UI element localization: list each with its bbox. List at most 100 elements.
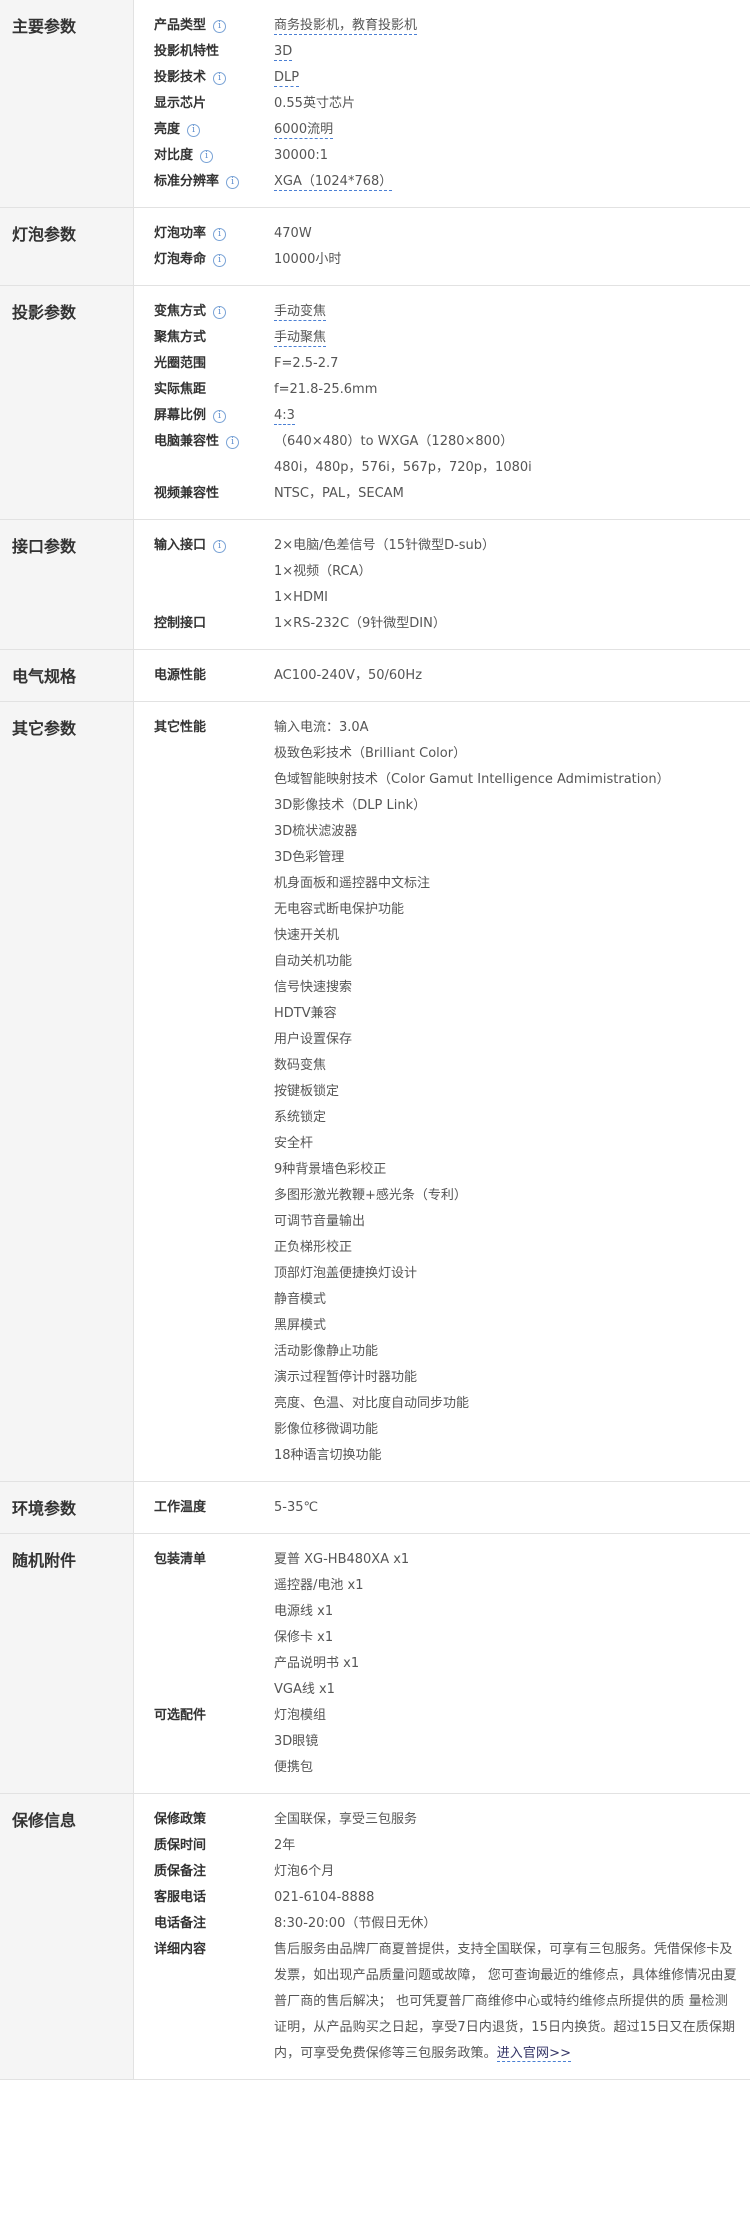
spec-value-line: 系统锁定 [274,1105,740,1131]
spec-value-line: 信号快速搜索 [274,975,740,1001]
spec-value: 5-35℃ [274,1500,319,1515]
spec-label: 光圈范围 [134,351,274,377]
spec-values: 商务投影机，教育投影机 [274,13,750,39]
spec-value-line: 夏普 XG-HB480XA x1 [274,1547,740,1573]
section-title: 主要参数 [0,0,134,207]
spec-value-line: 色域智能映射技术（Color Gamut Intelligence Admimi… [274,767,740,793]
spec-value-link[interactable]: XGA（1024*768） [274,174,393,191]
spec-value: VGA线 x1 [274,1682,335,1697]
spec-label-text: 保修政策 [154,1812,207,1827]
info-icon[interactable]: i [213,254,227,267]
spec-value-link[interactable]: 6000流明 [274,122,334,139]
info-icon[interactable]: i [213,72,227,85]
spec-value: 2年 [274,1838,296,1853]
spec-row: 详细内容 售后服务由品牌厂商夏普提供，支持全国联保，可享有三包服务。凭借保修卡及发… [134,1937,750,2067]
spec-values: 输入电流：3.0A 极致色彩技术（Brilliant Color） 色域智能映射技术… [274,715,750,1469]
spec-label: 控制接口 [134,611,274,637]
spec-value-line: 亮度、色温、对比度自动同步功能 [274,1391,740,1417]
spec-value-line: 3D梳状滤波器 [274,819,740,845]
section-title: 随机附件 [0,1534,134,1793]
spec-value: 顶部灯泡盖便捷换灯设计 [274,1266,418,1281]
info-icon[interactable]: i [213,410,227,423]
spec-value: 1×RS-232C（9针微型DIN） [274,616,446,631]
spec-label-text: 标准分辨率 [154,174,220,189]
spec-value: 用户设置保存 [274,1032,353,1047]
spec-label: 投影技术 i [134,65,274,91]
spec-label: 电话备注 [134,1911,274,1937]
spec-label: 产品类型 i [134,13,274,39]
spec-label-text: 灯泡功率 [154,226,207,241]
spec-value-link[interactable]: 4:3 [274,408,295,425]
spec-value-line: 数码变焦 [274,1053,740,1079]
spec-value-line: 可调节音量输出 [274,1209,740,1235]
info-icon[interactable]: i [226,436,240,449]
spec-value-line: 2×电脑/色差信号（15针微型D-sub） [274,533,740,559]
spec-values: 10000小时 [274,247,750,273]
section-title: 电气规格 [0,650,134,701]
spec-value-line: 手动聚焦 [274,325,740,351]
spec-row: 光圈范围 F=2.5-2.7 [134,351,750,377]
spec-label: 电源性能 [134,663,274,689]
spec-label-text: 投影机特性 [154,44,220,59]
spec-value: 信号快速搜索 [274,980,353,995]
spec-row: 灯泡寿命 i 10000小时 [134,247,750,273]
spec-value-link[interactable]: 商务投影机，教育投影机 [274,18,418,35]
spec-label: 聚焦方式 [134,325,274,351]
spec-value-line: 输入电流：3.0A [274,715,740,741]
spec-label: 电脑兼容性 i [134,429,274,455]
spec-value-line: 黑屏模式 [274,1313,740,1339]
spec-value: 多图形激光教鞭+感光条（专利） [274,1188,467,1203]
spec-values: （640×480）to WXGA（1280×800） 480i，480p，576i… [274,429,750,481]
section-title: 接口参数 [0,520,134,649]
info-icon[interactable]: i [187,124,201,137]
info-icon[interactable]: i [213,20,227,33]
spec-label: 可选配件 [134,1703,274,1729]
spec-value: 全国联保，享受三包服务 [274,1812,418,1827]
spec-value-link[interactable]: 3D [274,44,293,61]
spec-value-line: 电源线 x1 [274,1599,740,1625]
spec-value-link[interactable]: 手动变焦 [274,304,327,321]
spec-values: 灯泡模组 3D眼镜 便携包 [274,1703,750,1781]
spec-value-line: 多图形激光教鞭+感光条（专利） [274,1183,740,1209]
info-icon[interactable]: i [213,306,227,319]
spec-value: NTSC，PAL，SECAM [274,486,404,501]
spec-value: 正负梯形校正 [274,1240,353,1255]
spec-values: 5-35℃ [274,1495,750,1521]
official-site-link[interactable]: 进入官网>> [496,2046,572,2062]
spec-table: 主要参数 产品类型 i 商务投影机，教育投影机投影机特性 3D 投影技术 i DLP 显示芯片 0… [0,0,750,2080]
spec-value-line: HDTV兼容 [274,1001,740,1027]
section-body: 工作温度 5-35℃ [134,1482,750,1533]
spec-value-link[interactable]: 手动聚焦 [274,330,327,347]
spec-value-line: 1×视频（RCA） [274,559,740,585]
spec-label-text: 投影技术 [154,70,207,85]
spec-value-line: 无电容式断电保护功能 [274,897,740,923]
spec-label-text: 包装清单 [154,1552,207,1567]
spec-value-link[interactable]: DLP [274,70,300,87]
section-body: 变焦方式 i 手动变焦 聚焦方式 手动聚焦 光圈范围 F=2.5-2.7 实际焦距 f=21.8… [134,286,750,519]
spec-row: 显示芯片 0.55英寸芯片 [134,91,750,117]
spec-value-line: 影像位移微调功能 [274,1417,740,1443]
spec-value-line: 5-35℃ [274,1495,740,1521]
spec-values: 手动变焦 [274,299,750,325]
spec-row: 电话备注 8:30-20:00（节假日无休） [134,1911,750,1937]
spec-label-text: 灯泡寿命 [154,252,207,267]
spec-value: 演示过程暂停计时器功能 [274,1370,418,1385]
spec-value: 3D眼镜 [274,1734,319,1749]
spec-value-line: 9种背景墙色彩校正 [274,1157,740,1183]
spec-label: 其它性能 [134,715,274,741]
info-icon[interactable]: i [213,228,227,241]
info-icon[interactable]: i [200,150,214,163]
spec-label-text: 工作温度 [154,1500,207,1515]
spec-value: 可调节音量输出 [274,1214,366,1229]
spec-label: 灯泡功率 i [134,221,274,247]
spec-value-line: 快速开关机 [274,923,740,949]
spec-label: 投影机特性 [134,39,274,65]
spec-label: 视频兼容性 [134,481,274,507]
spec-value-line: 10000小时 [274,247,740,273]
info-icon[interactable]: i [213,540,227,553]
spec-value-line: 便携包 [274,1755,740,1781]
info-icon[interactable]: i [226,176,240,189]
spec-label: 显示芯片 [134,91,274,117]
spec-row: 保修政策 全国联保，享受三包服务 [134,1807,750,1833]
spec-row: 控制接口 1×RS-232C（9针微型DIN） [134,611,750,637]
